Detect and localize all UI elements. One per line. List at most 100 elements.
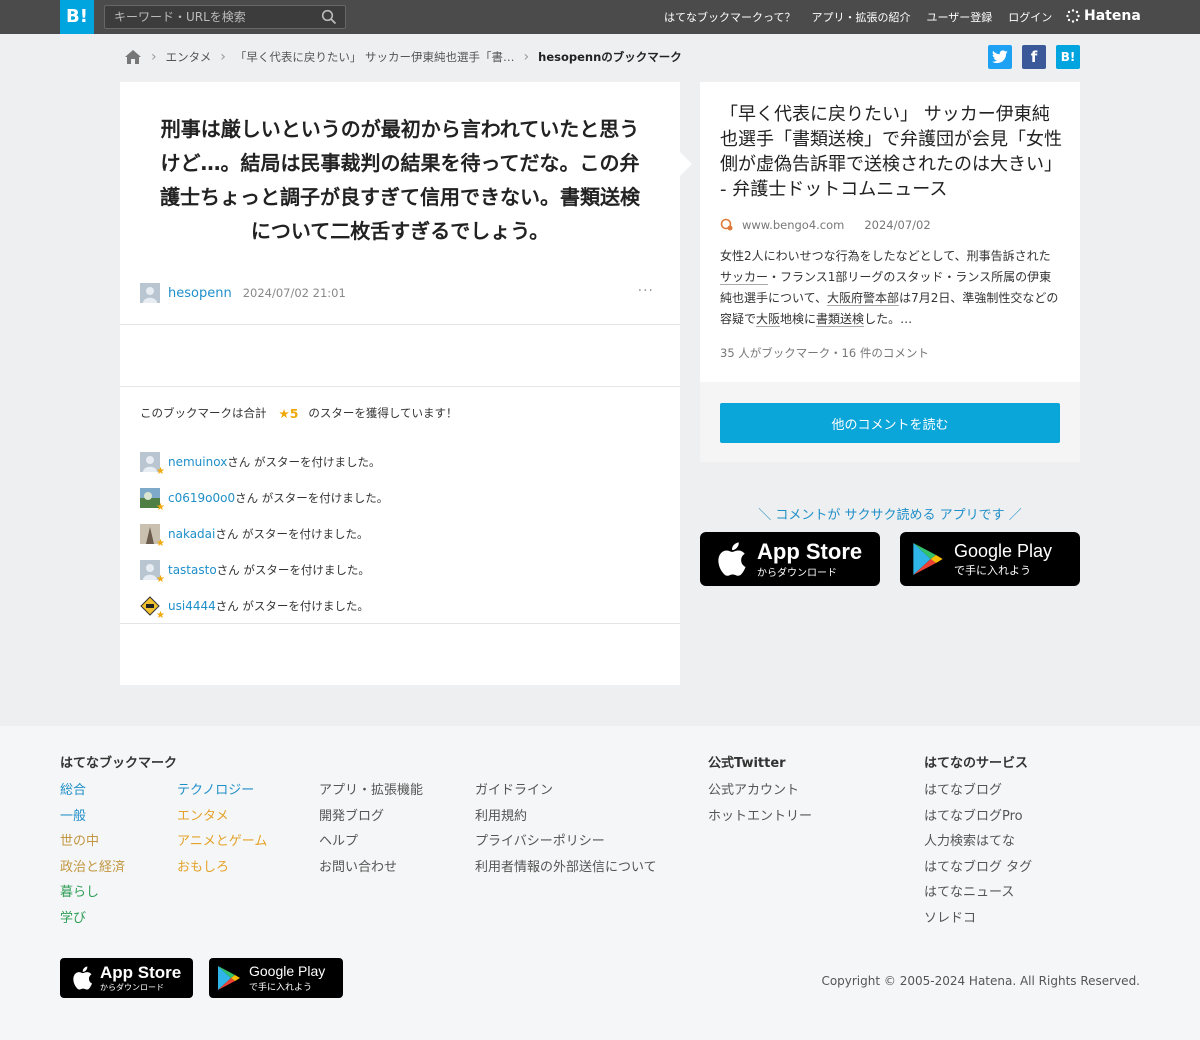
footer-link[interactable]: 利用者情報の外部送信について bbox=[475, 856, 657, 882]
star-user-suffix: さん がスターを付けました。 bbox=[215, 599, 369, 613]
footer-link[interactable]: 暮らし bbox=[60, 881, 125, 907]
bookmark-timestamp[interactable]: 2024/07/02 21:01 bbox=[243, 286, 346, 300]
breadcrumb-category[interactable]: エンタメ bbox=[166, 49, 212, 65]
footer-link[interactable]: 学び bbox=[60, 907, 125, 933]
footer-link[interactable]: テクノロジー bbox=[177, 779, 267, 805]
apple-icon bbox=[718, 542, 746, 576]
twitter-bird-icon bbox=[992, 50, 1008, 64]
keyword-link[interactable]: サッカー bbox=[720, 270, 769, 285]
footer-link[interactable]: ガイドライン bbox=[475, 779, 657, 805]
star-user-name[interactable]: nakadai bbox=[168, 527, 215, 541]
google-play-icon bbox=[913, 543, 943, 575]
footer-link[interactable]: 公式アカウント bbox=[708, 779, 812, 805]
google-play-button[interactable]: Google Play で手に入れよう bbox=[900, 532, 1080, 586]
footer-link[interactable]: おもしろ bbox=[177, 856, 267, 882]
footer-link[interactable]: ヘルプ bbox=[319, 830, 423, 856]
footer-link[interactable]: 政治と経済 bbox=[60, 856, 125, 882]
avatar[interactable]: ★ bbox=[140, 452, 165, 477]
star-icon: ★ bbox=[156, 538, 165, 549]
footer-google-play-big-label: Google Play bbox=[249, 963, 326, 979]
star-summary-suffix: のスターを獲得しています！ bbox=[308, 406, 458, 420]
footer-link[interactable]: アニメとゲーム bbox=[177, 830, 267, 856]
hatena-dots-icon bbox=[1066, 9, 1080, 23]
footer-apps-list: アプリ・拡張機能 開発ブログ ヘルプ お問い合わせ bbox=[319, 779, 423, 881]
divider bbox=[120, 386, 680, 387]
list-item: ★ usi4444 さん がスターを付けました。 bbox=[140, 588, 388, 624]
star-user-suffix: さん がスターを付けました。 bbox=[215, 527, 369, 541]
app-store-button[interactable]: App Store からダウンロード bbox=[700, 532, 880, 586]
footer-link[interactable]: エンタメ bbox=[177, 805, 267, 831]
star-user-name[interactable]: usi4444 bbox=[168, 599, 216, 613]
footer-link[interactable]: ソレドコ bbox=[924, 907, 1032, 933]
nav-login[interactable]: ログイン bbox=[1008, 9, 1052, 25]
hatena-bookmark-logo[interactable]: B! bbox=[60, 0, 94, 34]
facebook-share-button[interactable]: f bbox=[1022, 45, 1046, 69]
keyword-link[interactable]: 書類送検 bbox=[816, 312, 865, 327]
chevron-right-icon: › bbox=[151, 49, 157, 65]
star-user-name[interactable]: tastasto bbox=[168, 563, 217, 577]
footer-category-list-2: テクノロジー エンタメ アニメとゲーム おもしろ bbox=[177, 779, 267, 881]
nav-about[interactable]: はてなブックマークって？ bbox=[664, 9, 795, 25]
footer-link[interactable]: はてなニュース bbox=[924, 881, 1032, 907]
footer-category-list: 総合 一般 世の中 政治と経済 暮らし 学び bbox=[60, 779, 125, 933]
footer-link[interactable]: はてなブログ タグ bbox=[924, 856, 1032, 882]
footer-app-store-big-label: App Store bbox=[100, 962, 182, 982]
footer-link[interactable]: はてなブログPro bbox=[924, 805, 1032, 831]
more-options-icon[interactable]: ··· bbox=[638, 283, 654, 299]
search-icon[interactable] bbox=[321, 9, 337, 25]
app-promo-text: ＼ コメントが サクサク読める アプリです ／ bbox=[758, 508, 1022, 523]
footer-link[interactable]: はてなブログ bbox=[924, 779, 1032, 805]
entry-date: 2024/07/02 bbox=[864, 218, 931, 232]
footer-link[interactable]: 一般 bbox=[60, 805, 125, 831]
footer-link[interactable]: 開発ブログ bbox=[319, 805, 423, 831]
footer-link[interactable]: アプリ・拡張機能 bbox=[319, 779, 423, 805]
avatar[interactable]: ★ bbox=[140, 524, 165, 549]
star-user-name[interactable]: nemuinox bbox=[168, 455, 227, 469]
footer-link[interactable]: ホットエントリー bbox=[708, 805, 812, 831]
hatena-share-button[interactable]: B! bbox=[1056, 45, 1080, 69]
star-user-suffix: さん がスターを付けました。 bbox=[216, 563, 370, 577]
star-summary: このブックマークは合計 ★5 のスターを獲得しています！ bbox=[140, 405, 458, 421]
top-bar: B! はてなブックマークって？ アプリ・拡張の紹介 ユーザー登録 ログイン Ha… bbox=[0, 0, 1200, 34]
footer-link[interactable]: 人力検索はてな bbox=[924, 830, 1032, 856]
star-icon: ★ bbox=[156, 502, 165, 513]
search-box[interactable] bbox=[104, 5, 346, 29]
app-store-small-label: からダウンロード bbox=[757, 567, 837, 579]
footer-link[interactable]: プライバシーポリシー bbox=[475, 830, 657, 856]
avatar[interactable]: ★ bbox=[140, 596, 165, 621]
star-summary-prefix: このブックマークは合計 bbox=[140, 406, 267, 420]
search-input[interactable] bbox=[105, 6, 315, 28]
footer-link[interactable]: お問い合わせ bbox=[319, 856, 423, 882]
entry-summary-text: した。… bbox=[864, 312, 913, 326]
star-total[interactable]: ★5 bbox=[279, 406, 299, 421]
avatar[interactable] bbox=[140, 283, 160, 303]
star-user-name[interactable]: c0619o0o0 bbox=[168, 491, 235, 505]
card-pointer bbox=[680, 152, 692, 176]
breadcrumb-entry[interactable]: 「早く代表に戻りたい」 サッカー伊東純也選手「書… bbox=[235, 49, 515, 65]
entry-summary: 女性2人にわいせつな行為をしたなどとして、刑事告訴されたサッカー・フランス1部リ… bbox=[720, 246, 1060, 330]
footer-app-store-button[interactable]: App Store からダウンロード bbox=[60, 958, 193, 998]
entry-meta: www.bengo4.com 2024/07/02 bbox=[720, 218, 931, 232]
twitter-share-button[interactable] bbox=[988, 45, 1012, 69]
footer-link[interactable]: 利用規約 bbox=[475, 805, 657, 831]
list-item: ★ nemuinox さん がスターを付けました。 bbox=[140, 444, 388, 480]
bookmark-username[interactable]: hesopenn bbox=[168, 286, 232, 301]
keyword-link[interactable]: 大阪府警本部 bbox=[827, 291, 900, 306]
nav-apps[interactable]: アプリ・拡張の紹介 bbox=[811, 9, 910, 25]
footer-google-play-button[interactable]: Google Play で手に入れよう bbox=[209, 958, 343, 998]
footer-link[interactable]: 総合 bbox=[60, 779, 125, 805]
avatar[interactable]: ★ bbox=[140, 560, 165, 585]
entry-title[interactable]: 「早く代表に戻りたい」 サッカー伊東純也選手「書類送検」で弁護団が会見「女性側が… bbox=[720, 102, 1065, 202]
avatar[interactable]: ★ bbox=[140, 488, 165, 513]
entry-domain[interactable]: www.bengo4.com bbox=[742, 218, 844, 232]
nav-signup[interactable]: ユーザー登録 bbox=[926, 9, 992, 25]
keyword-link[interactable]: 大阪 bbox=[756, 312, 781, 327]
entry-card: 「早く代表に戻りたい」 サッカー伊東純也選手「書類送検」で弁護団が会見「女性側が… bbox=[700, 82, 1080, 382]
bookmark-comment: 刑事は厳しいというのが最初から言われていたと思うけど…。結局は民事裁判の結果を待… bbox=[160, 117, 640, 243]
read-other-comments-button[interactable]: 他のコメントを読む bbox=[720, 403, 1060, 443]
star-icon: ★ bbox=[156, 574, 165, 585]
hatena-brand[interactable]: Hatena bbox=[1066, 8, 1141, 24]
footer-link[interactable]: 世の中 bbox=[60, 830, 125, 856]
home-icon[interactable] bbox=[124, 49, 142, 65]
entry-bookmark-count[interactable]: 35 人がブックマーク・16 件のコメント bbox=[720, 345, 929, 361]
